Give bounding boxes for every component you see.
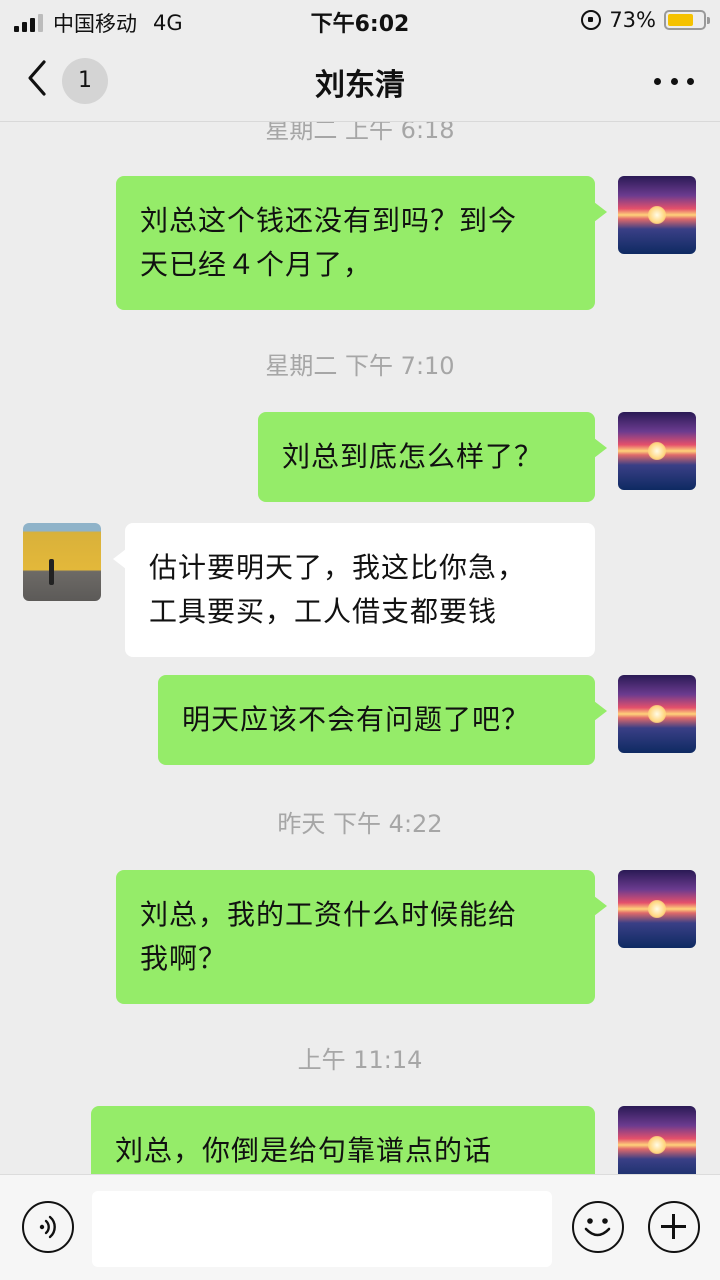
message-line: 明天应该不会有问题了吧？ — [182, 703, 531, 736]
my-avatar[interactable] — [618, 1106, 696, 1174]
status-right: 73% — [581, 8, 710, 32]
message-line: 我啊？ — [140, 942, 228, 975]
dot-icon — [687, 77, 694, 85]
message-line: 刘总，你倒是给句靠谱点的话 — [115, 1134, 493, 1167]
battery-fill — [668, 14, 693, 26]
timestamp: 昨天 下午 4:22 — [277, 810, 443, 838]
message-line: 工具要买，工人借支都要钱 — [149, 595, 498, 628]
message-line: 估计要明天了，我这比你急， — [149, 551, 527, 584]
input-bar — [0, 1174, 720, 1280]
dot-icon — [654, 77, 661, 85]
contact-avatar[interactable] — [23, 523, 101, 601]
sent-message[interactable]: 明天应该不会有问题了吧？ — [158, 675, 607, 765]
more-button[interactable] — [654, 66, 694, 96]
my-avatar[interactable] — [618, 870, 696, 948]
message-line: 刘总这个钱还没有到吗？到今 — [140, 204, 518, 237]
status-bar: 中国移动 4G 下午6:02 73% — [0, 0, 720, 40]
chat-header: 1 刘东清 — [0, 40, 720, 122]
message-line: 天已经４个月了， — [140, 248, 373, 281]
sent-message[interactable]: 刘总这个钱还没有到吗？到今 天已经４个月了， — [116, 176, 607, 310]
message-line: 刘总到底怎么样了？ — [282, 440, 544, 473]
message-input[interactable] — [92, 1191, 552, 1267]
battery-percent: 73% — [609, 8, 656, 32]
my-avatar[interactable] — [618, 176, 696, 254]
my-avatar[interactable] — [618, 412, 696, 490]
sent-message[interactable]: 刘总，我的工资什么时候能给 我啊？ — [116, 870, 607, 1004]
received-message[interactable]: 估计要明天了，我这比你急， 工具要买，工人借支都要钱 — [113, 523, 595, 657]
rotation-lock-icon — [581, 10, 602, 30]
sent-message[interactable]: 刘总，你倒是给句靠谱点的话 — [91, 1106, 595, 1174]
emoji-button[interactable] — [572, 1201, 624, 1253]
chat-title: 刘东清 — [315, 68, 405, 103]
sent-message[interactable]: 刘总到底怎么样了？ — [258, 412, 607, 502]
voice-button[interactable] — [22, 1201, 74, 1253]
timestamp: 星期二 下午 7:10 — [265, 352, 455, 380]
plus-button[interactable] — [648, 1201, 700, 1253]
battery-icon — [664, 10, 710, 30]
my-avatar[interactable] — [618, 675, 696, 753]
message-line: 刘总，我的工资什么时候能给 — [140, 898, 518, 931]
emoji-icon — [584, 1218, 611, 1237]
dot-icon — [670, 77, 678, 85]
timestamp: 上午 11:14 — [297, 1046, 423, 1074]
message-list[interactable]: 星期二 上午 6:18 刘总这个钱还没有到吗？到今 天已经４个月了， 星期二 下… — [0, 80, 720, 1174]
voice-icon — [39, 1215, 56, 1239]
